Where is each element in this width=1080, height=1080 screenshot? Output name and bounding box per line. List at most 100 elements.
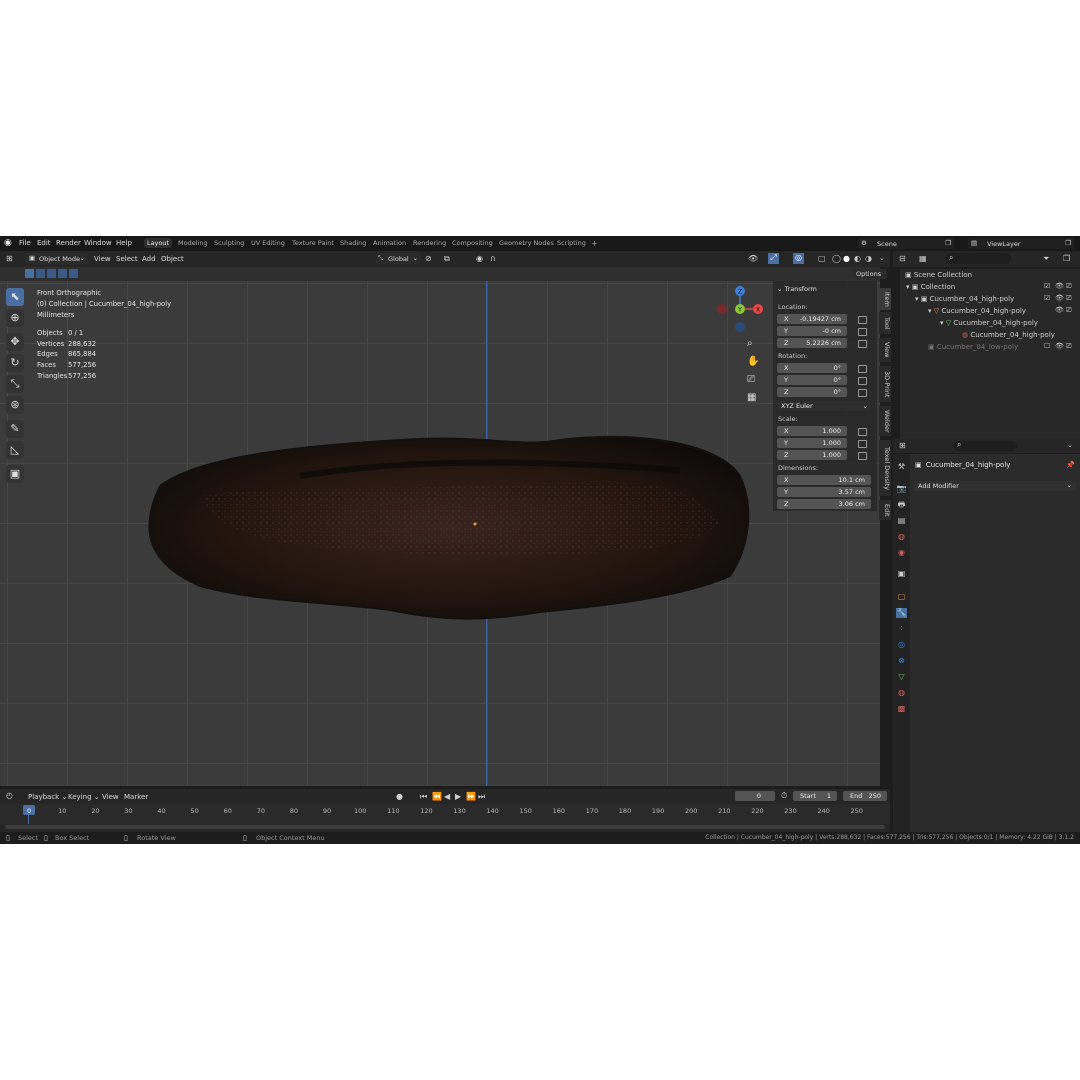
camera-icon[interactable]: ⎚	[1066, 306, 1072, 315]
rotation-z-field[interactable]: Z 0°	[777, 387, 847, 397]
select-mode-intersect-icon[interactable]	[69, 269, 78, 278]
texture-tab-icon[interactable]: ▩	[896, 704, 907, 714]
ortho-grid-icon[interactable]: ▦	[747, 392, 756, 403]
data-tab-icon[interactable]: ▽	[896, 672, 907, 682]
tab-uv-editing[interactable]: UV Editing	[251, 239, 285, 247]
object-mode-dropdown[interactable]: ▣ Object Mode ⌄	[26, 253, 88, 264]
xray-icon[interactable]: ▢	[818, 254, 826, 263]
prev-keyframe-icon[interactable]: ⏪	[432, 792, 442, 801]
outliner-row[interactable]: ▣ Cucumber_04_low-poly	[928, 343, 1018, 351]
checkbox-icon[interactable]: ☑	[1044, 294, 1050, 302]
menu-file[interactable]: File	[19, 239, 31, 247]
tab-view[interactable]: View	[879, 338, 891, 362]
wireframe-shading-icon[interactable]: ◯	[832, 254, 841, 263]
header-select-menu[interactable]: Select	[116, 255, 138, 263]
proportional-edit-icon[interactable]: ◉	[476, 254, 483, 263]
current-frame-field[interactable]: 0	[735, 791, 775, 801]
tab-modeling[interactable]: Modeling	[178, 239, 208, 247]
scale-z-field[interactable]: Z 1.000	[777, 450, 847, 460]
zoom-icon[interactable]: ⌕	[747, 338, 753, 349]
particles-tab-icon[interactable]: ⁘	[896, 624, 907, 634]
lock-icon[interactable]	[858, 377, 867, 385]
camera-icon[interactable]: ⎚	[1066, 294, 1072, 303]
select-mode-extend-icon[interactable]	[36, 269, 45, 278]
camera-icon[interactable]: ⎚	[747, 374, 755, 385]
outliner-row[interactable]: ▾ ▣ Collection	[906, 283, 955, 291]
eye-icon[interactable]: 👁	[1055, 282, 1064, 290]
record-icon[interactable]: ●	[396, 792, 403, 801]
timeline-scrollbar[interactable]	[5, 825, 885, 829]
tab-layout[interactable]: Layout	[144, 238, 173, 248]
tool-tab-icon[interactable]: ⚒	[896, 462, 907, 472]
3d-viewport[interactable]: Front Orthographic (0) Collection | Cucu…	[0, 281, 880, 786]
tab-tool[interactable]: Tool	[879, 312, 891, 334]
scale-y-field[interactable]: Y 1.000	[777, 438, 847, 448]
tab-welder[interactable]: Welder	[879, 406, 891, 436]
new-collection-icon[interactable]: ❐	[1063, 254, 1070, 263]
header-add-menu[interactable]: Add	[142, 255, 156, 263]
gizmo-neg-x[interactable]	[717, 304, 727, 314]
play-icon[interactable]: ▶	[455, 792, 461, 801]
clock-icon[interactable]: ◴	[6, 791, 13, 800]
checkbox-icon[interactable]: ☑	[1044, 282, 1050, 290]
outliner-row[interactable]: ▾ ▽ Cucumber_04_high-poly	[940, 319, 1038, 327]
tab-sculpting[interactable]: Sculpting	[214, 239, 244, 247]
world-tab-icon[interactable]: ◉	[896, 548, 907, 558]
dimensions-x-field[interactable]: X 10.1 cm	[777, 475, 871, 485]
dimensions-y-field[interactable]: Y 3.57 cm	[777, 487, 871, 497]
lock-icon[interactable]	[858, 328, 867, 336]
lock-icon[interactable]	[858, 440, 867, 448]
editor-type-icon[interactable]: ⊞	[899, 441, 906, 450]
snap-icon[interactable]: ⧉	[444, 254, 450, 264]
object-tab-icon[interactable]: ▢	[896, 592, 907, 602]
transform-header[interactable]: ⌄ Transform	[777, 285, 817, 293]
tab-scripting[interactable]: Scripting	[557, 239, 586, 247]
playback-menu[interactable]: Playback ⌄	[28, 793, 67, 801]
menu-render[interactable]: Render	[56, 239, 81, 247]
gizmo-toggle-icon[interactable]: ⤢	[768, 253, 779, 264]
rotation-y-field[interactable]: Y 0°	[777, 375, 847, 385]
location-x-field[interactable]: X -0.19427 cm	[777, 314, 847, 324]
tab-shading[interactable]: Shading	[340, 239, 366, 247]
properties-search-input[interactable]: ⌕	[953, 440, 1017, 451]
editor-type-icon[interactable]: ⊟	[899, 254, 906, 263]
options-dropdown[interactable]: Options	[853, 269, 887, 279]
rendered-shading-icon[interactable]: ◑	[865, 254, 872, 263]
lock-icon[interactable]	[858, 316, 867, 324]
chevron-down-icon[interactable]: ⌄	[879, 254, 885, 262]
measure-tool-icon[interactable]: ◺	[6, 441, 24, 459]
eye-icon[interactable]: 👁	[1055, 306, 1064, 314]
checkbox-icon[interactable]: ☐	[1044, 342, 1050, 350]
visibility-icon[interactable]: 👁	[748, 254, 758, 263]
stopwatch-icon[interactable]: ⏱	[781, 791, 787, 801]
timeline-view-menu[interactable]: View	[102, 793, 119, 801]
tab-texture-paint[interactable]: Texture Paint	[292, 239, 334, 247]
pivot-icon[interactable]: ⊘	[425, 254, 432, 263]
view-layer-selector[interactable]: ▤ ViewLayer ❐	[968, 238, 1074, 249]
material-tab-icon[interactable]: ◍	[896, 688, 907, 698]
lock-icon[interactable]	[858, 428, 867, 436]
cursor-tool-icon[interactable]: ⊕	[6, 309, 24, 327]
copy-icon[interactable]: ❐	[1065, 239, 1071, 247]
marker-menu[interactable]: Marker	[124, 793, 148, 801]
overlay-toggle-icon[interactable]: ◎	[793, 253, 804, 264]
rotation-mode-dropdown[interactable]: XYZ Euler ⌄	[777, 401, 871, 411]
lock-icon[interactable]	[858, 452, 867, 460]
tab-rendering[interactable]: Rendering	[413, 239, 446, 247]
menu-window[interactable]: Window	[84, 239, 112, 247]
start-frame-field[interactable]: Start 1	[793, 791, 837, 801]
copy-icon[interactable]: ❐	[945, 239, 951, 247]
lock-icon[interactable]	[858, 389, 867, 397]
select-box-tool-icon[interactable]: ⬉	[6, 288, 24, 306]
location-y-field[interactable]: Y -0 cm	[777, 326, 847, 336]
tab-texel-density[interactable]: Texel Density	[879, 440, 891, 496]
pin-icon[interactable]: 📌	[1066, 461, 1075, 469]
cucumber-mesh[interactable]	[140, 426, 752, 626]
select-mode-invert-icon[interactable]	[58, 269, 67, 278]
rotate-tool-icon[interactable]: ↻	[6, 354, 24, 372]
filter-icon[interactable]: ⏷	[1043, 254, 1049, 264]
editor-type-icon[interactable]: ⊞	[6, 254, 13, 263]
add-cube-tool-icon[interactable]: ▣	[6, 465, 24, 483]
menu-edit[interactable]: Edit	[37, 239, 51, 247]
outliner-row[interactable]: ▾ ▽ Cucumber_04_high-poly	[928, 307, 1026, 315]
